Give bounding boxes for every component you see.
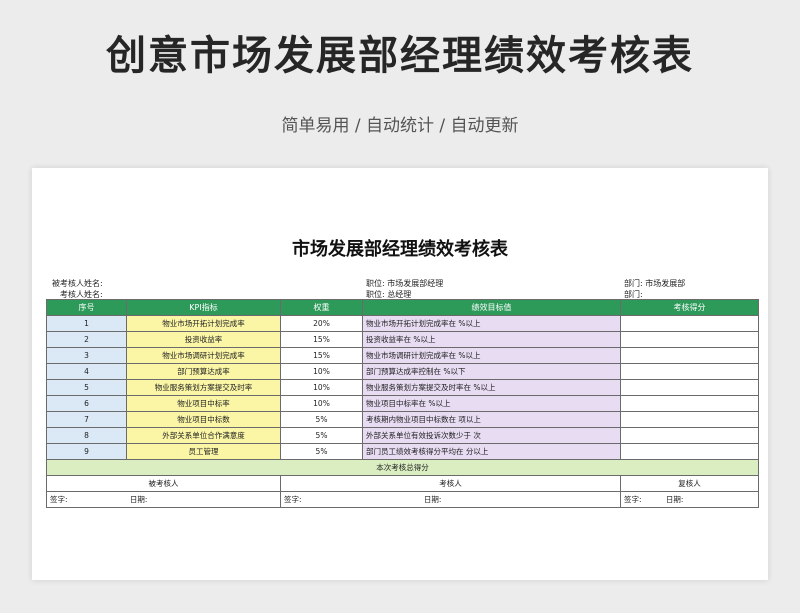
score-cell[interactable]	[620, 395, 759, 412]
target-cell: 投资收益率在 %以上	[362, 331, 621, 348]
column-header-no: 序号	[46, 299, 127, 316]
kpi-cell: 物业项目中标数	[126, 411, 281, 428]
kpi-table: 序号 KPI指标 权重 绩效目标值 考核得分 1 物业市场开拓计划完成率 20%…	[46, 299, 759, 508]
row-number: 2	[46, 331, 127, 348]
total-score-label: 本次考核总得分	[46, 459, 759, 476]
score-cell[interactable]	[620, 363, 759, 380]
sign-label: 签字:	[50, 495, 68, 504]
assessee-position: 职位: 市场发展部经理	[366, 279, 444, 288]
weight-cell: 5%	[280, 427, 363, 444]
kpi-cell: 物业服务策划方案提交及时率	[126, 379, 281, 396]
weight-cell: 10%	[280, 395, 363, 412]
date-label: 日期:	[423, 495, 442, 504]
total-score-row: 本次考核总得分	[46, 459, 759, 476]
assessor-signature-header: 考核人	[280, 475, 621, 492]
score-cell[interactable]	[620, 315, 759, 332]
date-label: 日期:	[665, 495, 684, 504]
row-number: 7	[46, 411, 127, 428]
reviewer-signature-header: 复核人	[620, 475, 759, 492]
table-row: 7 物业项目中标数 5% 考核期内物业项目中标数在 项以上	[46, 411, 759, 428]
row-number: 3	[46, 347, 127, 364]
score-cell[interactable]	[620, 331, 759, 348]
assessee-signature-cell[interactable]: 签字: 日期:	[46, 491, 281, 508]
assessee-department: 部门: 市场发展部	[624, 279, 686, 288]
column-header-score: 考核得分	[620, 299, 759, 316]
target-cell: 部门员工绩效考核得分平均在 分以上	[362, 443, 621, 460]
table-row: 4 部门预算达成率 10% 部门预算达成率控制在 %以下	[46, 363, 759, 380]
target-cell: 物业项目中标率在 %以上	[362, 395, 621, 412]
signature-row: 签字: 日期: 签字: 日期: 签字: 日期:	[46, 491, 759, 508]
weight-cell: 5%	[280, 443, 363, 460]
target-cell: 部门预算达成率控制在 %以下	[362, 363, 621, 380]
kpi-cell: 物业市场调研计划完成率	[126, 347, 281, 364]
weight-cell: 10%	[280, 379, 363, 396]
score-cell[interactable]	[620, 379, 759, 396]
row-number: 5	[46, 379, 127, 396]
weight-cell: 5%	[280, 411, 363, 428]
row-number: 4	[46, 363, 127, 380]
table-row: 1 物业市场开拓计划完成率 20% 物业市场开拓计划完成率在 %以上	[46, 315, 759, 332]
weight-cell: 15%	[280, 331, 363, 348]
sheet-title: 市场发展部经理绩效考核表	[292, 239, 508, 260]
sign-label: 签字:	[284, 495, 302, 504]
page-subtitle: 简单易用 / 自动统计 / 自动更新	[281, 116, 519, 136]
weight-cell: 15%	[280, 347, 363, 364]
kpi-cell: 部门预算达成率	[126, 363, 281, 380]
assessment-sheet: 市场发展部经理绩效考核表 被考核人姓名: 考核人姓名: 职位: 市场发展部经理 …	[32, 168, 768, 580]
target-cell: 外部关系单位有效投诉次数少于 次	[362, 427, 621, 444]
kpi-cell: 外部关系单位合作满意度	[126, 427, 281, 444]
column-header-target: 绩效目标值	[362, 299, 621, 316]
table-row: 9 员工管理 5% 部门员工绩效考核得分平均在 分以上	[46, 443, 759, 460]
target-cell: 考核期内物业项目中标数在 项以上	[362, 411, 621, 428]
target-cell: 物业市场调研计划完成率在 %以上	[362, 347, 621, 364]
reviewer-signature-cell[interactable]: 签字: 日期:	[620, 491, 759, 508]
kpi-cell: 员工管理	[126, 443, 281, 460]
sign-label: 签字:	[624, 495, 642, 504]
column-header-kpi: KPI指标	[126, 299, 281, 316]
weight-cell: 10%	[280, 363, 363, 380]
target-cell: 物业市场开拓计划完成率在 %以上	[362, 315, 621, 332]
kpi-cell: 投资收益率	[126, 331, 281, 348]
table-row: 2 投资收益率 15% 投资收益率在 %以上	[46, 331, 759, 348]
row-number: 8	[46, 427, 127, 444]
table-row: 5 物业服务策划方案提交及时率 10% 物业服务策划方案提交及时率在 %以上	[46, 379, 759, 396]
score-cell[interactable]	[620, 347, 759, 364]
assessee-name-label: 被考核人姓名:	[52, 279, 103, 288]
assessee-signature-header: 被考核人	[46, 475, 281, 492]
score-cell[interactable]	[620, 411, 759, 428]
table-header-row: 序号 KPI指标 权重 绩效目标值 考核得分	[46, 299, 759, 316]
row-number: 1	[46, 315, 127, 332]
signature-header-row: 被考核人 考核人 复核人	[46, 475, 759, 492]
table-row: 6 物业项目中标率 10% 物业项目中标率在 %以上	[46, 395, 759, 412]
date-label: 日期:	[129, 495, 148, 504]
column-header-weight: 权重	[280, 299, 363, 316]
page-title: 创意市场发展部经理绩效考核表	[106, 33, 694, 79]
score-cell[interactable]	[620, 443, 759, 460]
weight-cell: 20%	[280, 315, 363, 332]
row-number: 6	[46, 395, 127, 412]
row-number: 9	[46, 443, 127, 460]
kpi-cell: 物业项目中标率	[126, 395, 281, 412]
kpi-cell: 物业市场开拓计划完成率	[126, 315, 281, 332]
score-cell[interactable]	[620, 427, 759, 444]
table-row: 8 外部关系单位合作满意度 5% 外部关系单位有效投诉次数少于 次	[46, 427, 759, 444]
assessor-signature-cell[interactable]: 签字: 日期:	[280, 491, 621, 508]
table-row: 3 物业市场调研计划完成率 15% 物业市场调研计划完成率在 %以上	[46, 347, 759, 364]
target-cell: 物业服务策划方案提交及时率在 %以上	[362, 379, 621, 396]
